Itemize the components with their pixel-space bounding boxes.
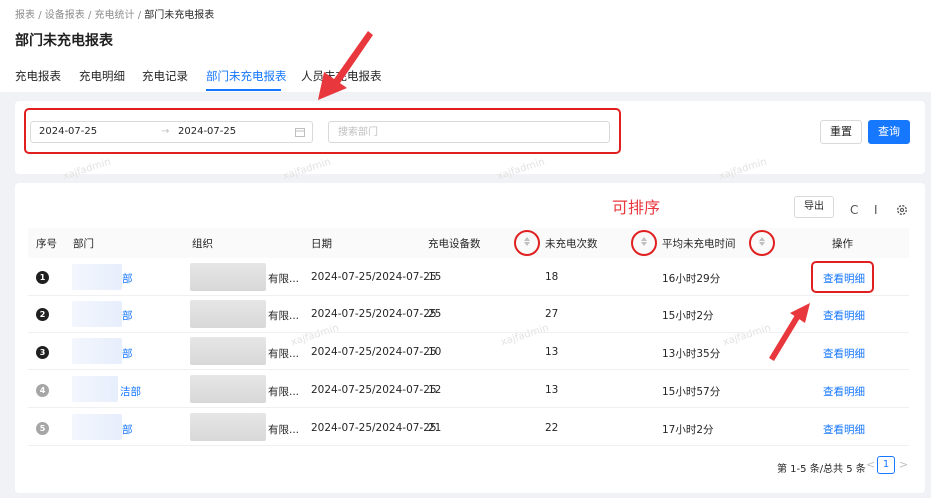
date-cell: 2024-07-25/2024-07-25: [311, 384, 437, 396]
export-button[interactable]: 导出: [794, 196, 834, 218]
breadcrumb-separator: /: [137, 10, 142, 21]
col-index: 序号: [36, 238, 57, 250]
devices-cell: 25: [428, 308, 442, 320]
avg-time-cell: 15小时57分: [662, 386, 721, 398]
redacted-dept: [72, 301, 122, 327]
view-detail-link[interactable]: 查看明细: [823, 384, 865, 399]
next-page-icon[interactable]: >: [899, 458, 908, 471]
org-cell: 有限...: [268, 386, 300, 398]
dept-link[interactable]: 部: [122, 308, 133, 323]
org-cell: 有限...: [268, 424, 300, 436]
redacted-org: [190, 337, 266, 365]
redacted-dept: [72, 264, 122, 290]
tab-charge-report[interactable]: 充电报表: [15, 68, 61, 84]
table-row: [28, 259, 909, 296]
devices-cell: 10: [428, 346, 442, 358]
redacted-dept: [72, 338, 122, 364]
tab-dept-uncharged[interactable]: 部门未充电报表: [206, 68, 287, 84]
tab-charge-records[interactable]: 充电记录: [142, 68, 188, 84]
sort-avg-time-icon[interactable]: [757, 236, 767, 250]
avg-time-cell: 13小时35分: [662, 348, 721, 360]
col-uncharged[interactable]: 未充电次数: [545, 236, 598, 251]
breadcrumb-item[interactable]: 设备报表: [45, 10, 85, 21]
sortable-annotation: 可排序: [612, 198, 661, 217]
uncharged-cell: 13: [545, 384, 559, 396]
dept-link[interactable]: 部: [122, 346, 133, 361]
redacted-dept: [72, 376, 118, 402]
col-date: 日期: [311, 238, 332, 250]
redacted-org: [190, 375, 266, 403]
redacted-dept: [72, 414, 122, 440]
density-icon[interactable]: I: [874, 203, 878, 217]
avg-time-cell: 17小时2分: [662, 424, 714, 436]
prev-page-icon[interactable]: <: [866, 458, 875, 471]
dept-link[interactable]: 洁部: [120, 384, 141, 399]
sort-devices-icon[interactable]: [522, 236, 532, 250]
col-devices[interactable]: 充电设备数: [428, 236, 481, 251]
active-tab-indicator: [206, 89, 281, 91]
breadcrumb: 报表 / 设备报表 / 充电统计 / 部门未充电报表: [15, 6, 214, 21]
redacted-org: [190, 263, 266, 291]
breadcrumb-separator: /: [87, 10, 92, 21]
redacted-org: [190, 413, 266, 441]
calendar-icon[interactable]: [295, 127, 305, 137]
view-detail-link[interactable]: 查看明细: [823, 346, 865, 361]
pagination-summary: 第 1-5 条/总共 5 条: [777, 464, 866, 475]
org-cell: 有限...: [268, 348, 300, 360]
dept-link[interactable]: 部: [122, 271, 133, 286]
page-button-current[interactable]: 1: [877, 456, 895, 474]
row-index: 2: [36, 308, 49, 321]
uncharged-cell: 13: [545, 346, 559, 358]
table-row: [28, 409, 909, 446]
annotation-arrow-icon: [769, 303, 810, 361]
page-title: 部门未充电报表: [15, 33, 113, 49]
view-detail-link[interactable]: 查看明细: [823, 422, 865, 437]
redacted-org: [190, 300, 266, 328]
table-row: [28, 371, 909, 408]
row-index: 4: [36, 384, 49, 397]
col-action: 操作: [832, 238, 853, 250]
avg-time-cell: 15小时2分: [662, 310, 714, 322]
row-index: 1: [36, 271, 49, 284]
breadcrumb-item[interactable]: 充电统计: [95, 10, 135, 21]
uncharged-cell: 18: [545, 271, 559, 283]
breadcrumb-item[interactable]: 报表: [15, 10, 35, 21]
devices-cell: 21: [428, 422, 442, 434]
col-org: 组织: [192, 238, 213, 250]
date-cell: 2024-07-25/2024-07-25: [311, 308, 437, 320]
refresh-icon[interactable]: C: [850, 203, 858, 217]
breadcrumb-separator: /: [38, 10, 42, 21]
uncharged-cell: 27: [545, 308, 559, 320]
row-index: 5: [36, 422, 49, 435]
range-arrow: →: [161, 126, 170, 137]
date-range-picker[interactable]: 2024-07-25 → 2024-07-25: [30, 121, 313, 143]
gear-icon[interactable]: [896, 204, 908, 216]
col-dept: 部门: [73, 238, 94, 250]
tab-charge-detail[interactable]: 充电明细: [79, 68, 125, 84]
dept-link[interactable]: 部: [122, 422, 133, 437]
date-cell: 2024-07-25/2024-07-25: [311, 346, 437, 358]
date-cell: 2024-07-25/2024-07-25: [311, 271, 437, 283]
uncharged-cell: 22: [545, 422, 559, 434]
row-index: 3: [36, 346, 49, 359]
org-cell: 有限...: [268, 273, 300, 285]
sort-uncharged-icon[interactable]: [639, 236, 649, 250]
avg-time-cell: 16小时29分: [662, 273, 721, 285]
org-cell: 有限...: [268, 310, 300, 322]
reset-button[interactable]: 重置: [820, 120, 862, 144]
date-cell: 2024-07-25/2024-07-25: [311, 422, 437, 434]
end-date[interactable]: 2024-07-25: [178, 126, 236, 137]
view-detail-link[interactable]: 查看明细: [823, 308, 865, 323]
devices-cell: 12: [428, 384, 442, 396]
start-date[interactable]: 2024-07-25: [39, 126, 97, 137]
query-button[interactable]: 查询: [868, 120, 910, 144]
annotation-arrow-icon: [318, 31, 373, 100]
view-detail-link[interactable]: 查看明细: [823, 271, 865, 286]
breadcrumb-current: 部门未充电报表: [144, 10, 215, 21]
devices-cell: 15: [428, 271, 442, 283]
col-avg-time[interactable]: 平均未充电时间: [662, 236, 736, 251]
dept-search-input[interactable]: [328, 121, 610, 143]
